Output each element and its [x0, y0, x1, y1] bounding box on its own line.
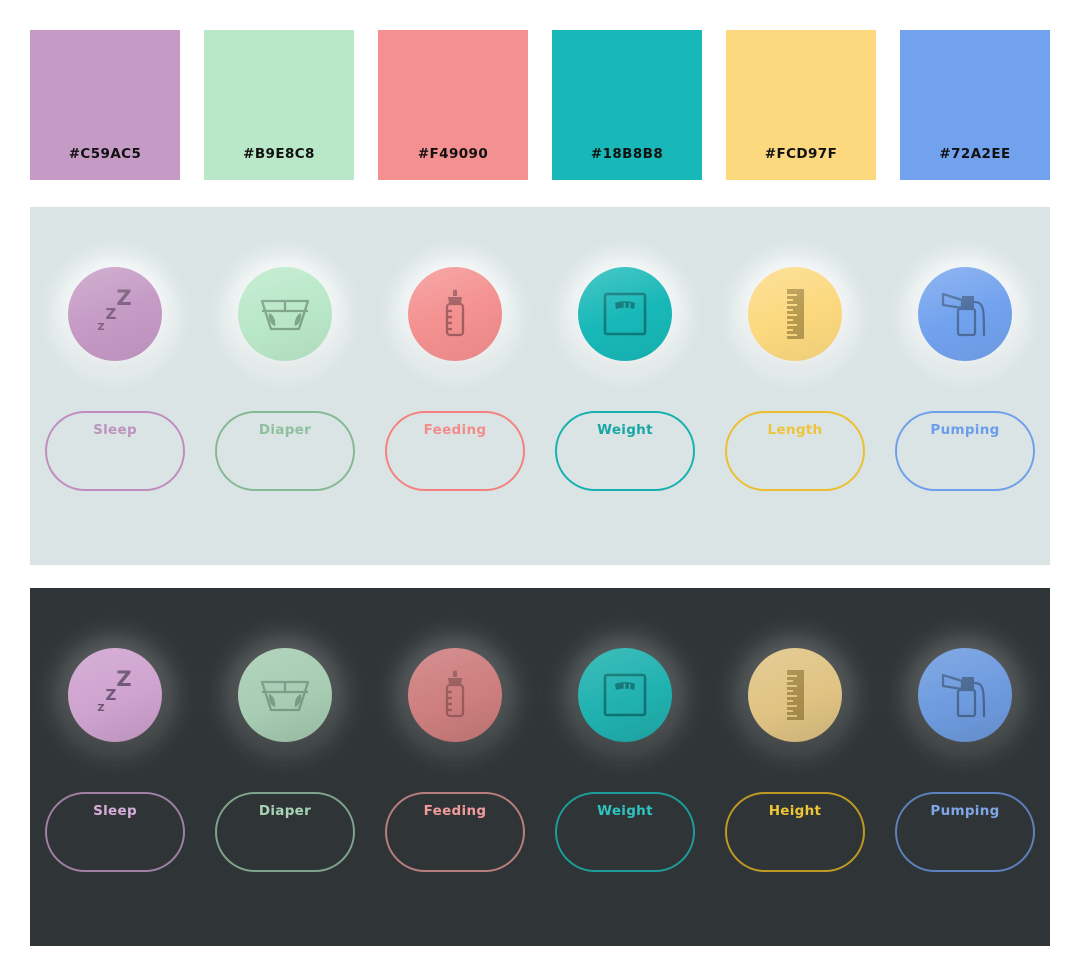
- feeding-icon-button[interactable]: [408, 648, 502, 742]
- pill-label: Pumping: [930, 803, 1000, 819]
- weight-pill-button[interactable]: Weight: [555, 792, 695, 872]
- swatch-hex-label: #B9E8C8: [243, 146, 315, 162]
- feeding-bottle-icon: [445, 670, 465, 718]
- svg-text:Z: Z: [106, 305, 117, 323]
- dark-cell-pumping: [880, 636, 1050, 754]
- breast-pump-icon: [941, 673, 986, 718]
- dark-pill-cell-diaper: Diaper: [200, 792, 370, 872]
- light-cell-pumping: [880, 255, 1050, 373]
- weight-scale-icon: [603, 292, 647, 336]
- dark-cell-length: [710, 636, 880, 754]
- pill-label: Length: [767, 422, 823, 438]
- light-cell-length: [710, 255, 880, 373]
- dark-pill-row: Sleep Diaper Feeding Weight Height Pumpi…: [30, 792, 1050, 872]
- color-swatch-length: #FCD97F: [726, 30, 876, 180]
- light-cell-sleep: Z Z Z: [30, 255, 200, 373]
- feeding-pill-button[interactable]: Feeding: [385, 411, 525, 491]
- weight-icon-button[interactable]: [578, 267, 672, 361]
- ruler-icon: [787, 289, 804, 339]
- light-pill-cell-feeding: Feeding: [370, 411, 540, 491]
- pill-label: Weight: [597, 422, 653, 438]
- pill-label: Feeding: [423, 803, 487, 819]
- diaper-icon-button[interactable]: [238, 267, 332, 361]
- light-cell-diaper: [200, 255, 370, 373]
- svg-text:Z: Z: [116, 286, 131, 310]
- pill-label: Diaper: [258, 803, 312, 819]
- dark-theme-panel: Z Z Z Sleep Diaper Feeding Weight Height…: [30, 588, 1050, 946]
- swatch-hex-label: #FCD97F: [764, 146, 838, 162]
- length-icon-button[interactable]: [748, 648, 842, 742]
- svg-text:Z: Z: [97, 322, 104, 333]
- light-cell-weight: [540, 255, 710, 373]
- dark-pill-cell-feeding: Feeding: [370, 792, 540, 872]
- ruler-icon: [787, 670, 804, 720]
- pumping-pill-button[interactable]: Pumping: [895, 411, 1035, 491]
- light-pill-row: Sleep Diaper Feeding Weight Length Pumpi…: [30, 411, 1050, 491]
- light-pill-cell-weight: Weight: [540, 411, 710, 491]
- dark-pill-cell-pumping: Pumping: [880, 792, 1050, 872]
- diaper-pill-button[interactable]: Diaper: [215, 792, 355, 872]
- sleep-pill-button[interactable]: Sleep: [45, 411, 185, 491]
- diaper-icon-button[interactable]: [238, 648, 332, 742]
- pumping-pill-button[interactable]: Pumping: [895, 792, 1035, 872]
- diaper-icon: [260, 680, 310, 712]
- dark-cell-weight: [540, 636, 710, 754]
- swatch-hex-label: #18B8B8: [590, 146, 664, 162]
- dark-icon-row: Z Z Z: [30, 636, 1050, 754]
- pill-label: Pumping: [930, 422, 1000, 438]
- swatch-hex-label: #C59AC5: [68, 146, 142, 162]
- dark-cell-feeding: [370, 636, 540, 754]
- light-theme-panel: Z Z Z Sleep Diaper Feeding Weight Length…: [30, 207, 1050, 565]
- color-swatch-sleep: #C59AC5: [30, 30, 180, 180]
- swatch-hex-label: #72A2EE: [939, 146, 1011, 162]
- pill-label: Diaper: [258, 422, 312, 438]
- diaper-icon: [260, 299, 310, 331]
- pill-label: Sleep: [93, 803, 137, 819]
- sleep-pill-button[interactable]: Sleep: [45, 792, 185, 872]
- color-swatch-feeding: #F49090: [378, 30, 528, 180]
- dark-pill-cell-sleep: Sleep: [30, 792, 200, 872]
- light-cell-feeding: [370, 255, 540, 373]
- light-pill-cell-length: Length: [710, 411, 880, 491]
- dark-cell-sleep: Z Z Z: [30, 636, 200, 754]
- pumping-icon-button[interactable]: [918, 267, 1012, 361]
- length-pill-button[interactable]: Length: [725, 411, 865, 491]
- breast-pump-icon: [941, 292, 986, 337]
- feeding-pill-button[interactable]: Feeding: [385, 792, 525, 872]
- light-icon-row: Z Z Z: [30, 255, 1050, 373]
- light-pill-cell-pumping: Pumping: [880, 411, 1050, 491]
- color-swatch-diaper: #B9E8C8: [204, 30, 354, 180]
- pill-label: Weight: [597, 803, 653, 819]
- light-pill-cell-diaper: Diaper: [200, 411, 370, 491]
- sleep-icon: Z Z Z: [97, 667, 131, 714]
- diaper-pill-button[interactable]: Diaper: [215, 411, 355, 491]
- feeding-bottle-icon: [445, 289, 465, 337]
- pill-label: Feeding: [423, 422, 487, 438]
- light-pill-cell-sleep: Sleep: [30, 411, 200, 491]
- sleep-icon-button[interactable]: Z Z Z: [68, 648, 162, 742]
- weight-pill-button[interactable]: Weight: [555, 411, 695, 491]
- feeding-icon-button[interactable]: [408, 267, 502, 361]
- pill-label: Height: [768, 803, 822, 819]
- height-pill-button[interactable]: Height: [725, 792, 865, 872]
- dark-pill-cell-weight: Weight: [540, 792, 710, 872]
- pumping-icon-button[interactable]: [918, 648, 1012, 742]
- dark-pill-cell-height: Height: [710, 792, 880, 872]
- sleep-icon-button[interactable]: Z Z Z: [68, 267, 162, 361]
- length-icon-button[interactable]: [748, 267, 842, 361]
- svg-text:Z: Z: [106, 686, 117, 704]
- swatch-hex-label: #F49090: [417, 146, 489, 162]
- weight-scale-icon: [603, 673, 647, 717]
- pill-label: Sleep: [93, 422, 137, 438]
- color-swatch-weight: #18B8B8: [552, 30, 702, 180]
- color-swatch-pumping: #72A2EE: [900, 30, 1050, 180]
- weight-icon-button[interactable]: [578, 648, 672, 742]
- svg-text:Z: Z: [97, 703, 104, 714]
- icon-palette-page: #C59AC5 #B9E8C8 #F49090 #18B8B8 #FCD97F …: [0, 0, 1080, 969]
- color-swatch-row: #C59AC5 #B9E8C8 #F49090 #18B8B8 #FCD97F …: [30, 30, 1050, 180]
- svg-text:Z: Z: [116, 667, 131, 691]
- dark-cell-diaper: [200, 636, 370, 754]
- sleep-icon: Z Z Z: [97, 286, 131, 333]
